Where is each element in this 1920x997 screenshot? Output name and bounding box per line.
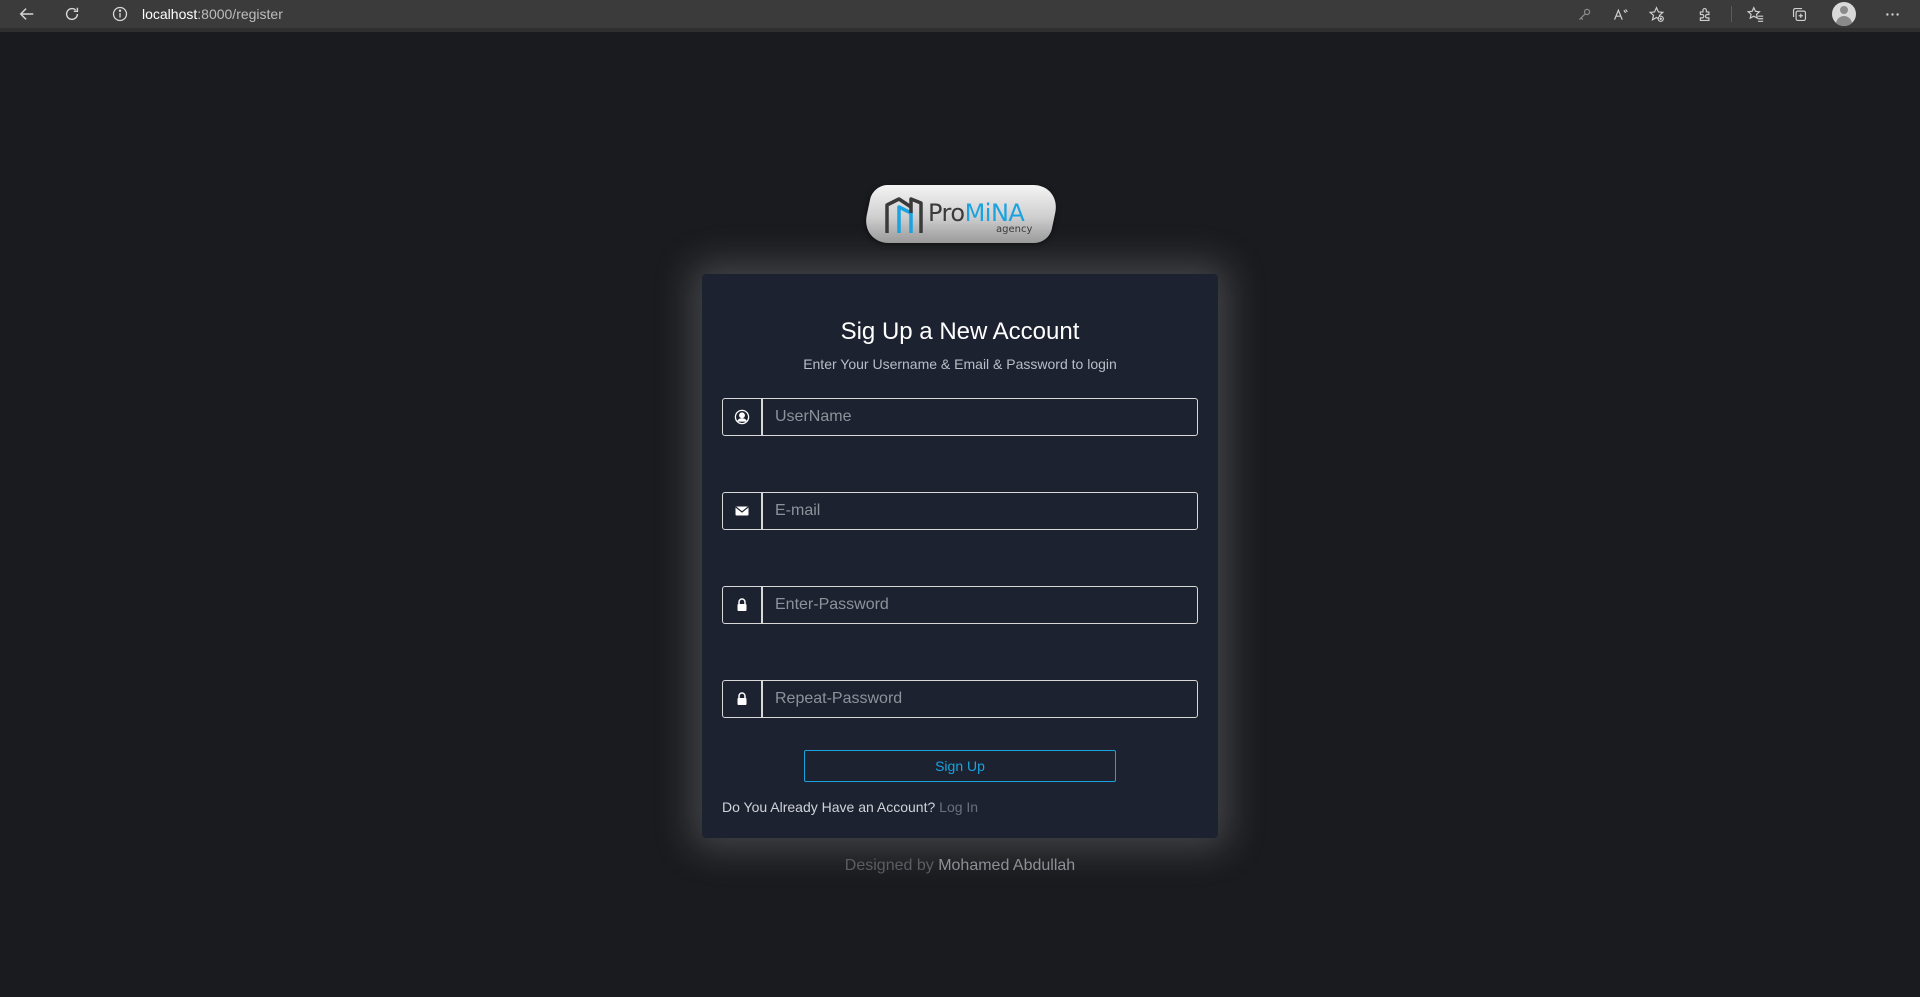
logo-pro-text: Pro	[928, 199, 965, 227]
lock-icon	[722, 586, 762, 624]
info-icon[interactable]	[112, 6, 128, 22]
password-field-group	[722, 586, 1198, 624]
reload-icon[interactable]	[58, 2, 86, 26]
login-link[interactable]: Log In	[939, 799, 978, 815]
favorites-icon[interactable]	[1742, 2, 1768, 26]
profile-icon[interactable]	[1832, 2, 1856, 26]
signup-card: Sig Up a New Account Enter Your Username…	[702, 274, 1218, 838]
profile-body	[1836, 16, 1852, 26]
login-prompt-text: Do You Already Have an Account?	[722, 799, 936, 815]
lock-icon	[722, 680, 762, 718]
designed-by-text: Designed by	[844, 857, 934, 874]
promina-logo: ProMiNA agency	[860, 183, 1062, 247]
url-path: :8000/register	[197, 6, 283, 22]
extensions-icon[interactable]	[1692, 2, 1718, 26]
repeat-password-input[interactable]	[762, 680, 1198, 718]
username-field-group	[722, 398, 1198, 436]
user-circle-icon	[722, 398, 762, 436]
email-field-group	[722, 492, 1198, 530]
envelope-icon	[722, 492, 762, 530]
username-input[interactable]	[762, 398, 1198, 436]
footer-credit: Designed by Mohamed Abdullah	[0, 857, 1920, 875]
logo-mina-text: MiNA	[964, 199, 1025, 227]
author-name: Mohamed Abdullah	[938, 857, 1076, 874]
browser-toolbar: localhost:8000/register	[0, 0, 1920, 32]
password-input[interactable]	[762, 586, 1198, 624]
page-title: Sig Up a New Account	[840, 318, 1080, 345]
more-icon[interactable]	[1879, 2, 1905, 26]
login-prompt: Do You Already Have an Account? Log In	[722, 799, 978, 815]
logo-mark-icon	[885, 197, 923, 233]
page-subtitle: Enter Your Username & Email & Password t…	[803, 356, 1117, 372]
profile-head	[1840, 6, 1848, 14]
logo-wordmark: ProMiNA	[928, 199, 1025, 227]
repeat-password-field-group	[722, 680, 1198, 718]
toolbar-separator	[1731, 6, 1732, 22]
collections-icon[interactable]	[1786, 2, 1812, 26]
back-arrow-icon[interactable]	[13, 2, 41, 26]
url-host: localhost	[142, 6, 198, 22]
logo-agency-text: agency	[996, 224, 1033, 235]
signup-button[interactable]: Sign Up	[804, 750, 1116, 782]
read-aloud-icon[interactable]	[1607, 2, 1633, 26]
add-favorite-icon[interactable]	[1643, 2, 1669, 26]
address-bar[interactable]: localhost:8000/register	[112, 4, 283, 24]
key-icon[interactable]	[1571, 2, 1597, 26]
email-input[interactable]	[762, 492, 1198, 530]
